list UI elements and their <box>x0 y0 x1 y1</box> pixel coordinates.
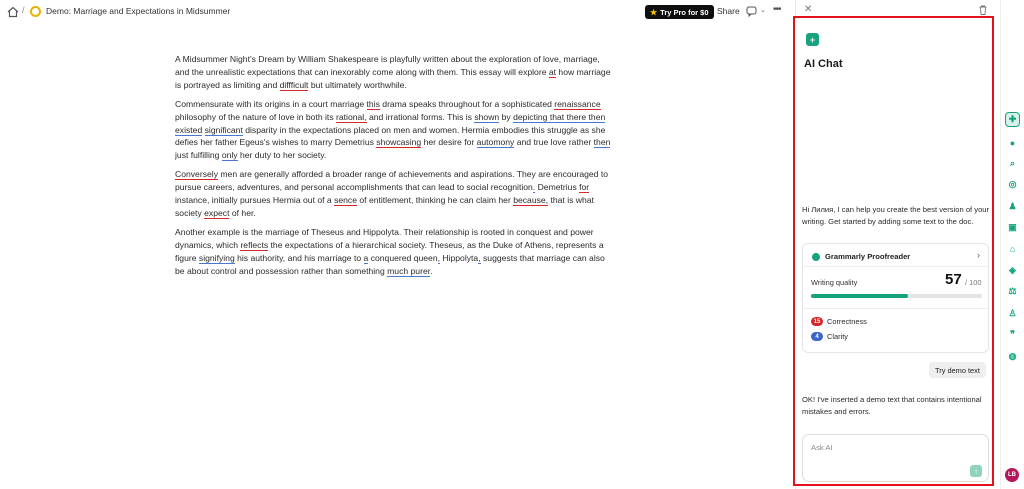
paragraph-1: A Midsummer Night's Dream by William Sha… <box>175 53 612 92</box>
proofreader-icon <box>812 253 820 261</box>
text: A Midsummer Night's Dream by William Sha… <box>175 54 600 77</box>
suggestion-underline[interactable]: diffficult <box>279 79 309 91</box>
ai-greeting-message: Hi Лилия, I can help you create the best… <box>802 205 990 226</box>
suggestion-underline[interactable]: expect <box>204 207 230 219</box>
ask-ai-box[interactable]: ↑ <box>802 434 989 482</box>
trash-icon[interactable] <box>979 5 987 15</box>
divider <box>803 308 988 309</box>
chevron-right-icon[interactable]: › <box>977 250 980 260</box>
ask-ai-input[interactable] <box>811 443 961 452</box>
correctness-metric[interactable]: 15 Correctness <box>811 317 867 326</box>
text: conquered queen <box>368 252 438 263</box>
text: drama speaks throughout for a sophistica… <box>379 98 555 109</box>
ai-response-message: OK! I've inserted a demo text that conta… <box>802 395 982 416</box>
try-pro-label: Try Pro for $0 <box>660 7 709 17</box>
home-icon[interactable] <box>7 6 19 18</box>
top-bar: / Demo: Marriage and Expectations in Mid… <box>0 0 795 24</box>
rail-ai-chat-icon[interactable]: ✚ <box>1005 112 1020 127</box>
text: but ultimately worthwhile. <box>308 79 407 90</box>
text: her duty to her society. <box>237 150 327 161</box>
paragraph-4: Another example is the marriage of These… <box>175 226 612 278</box>
suggestion-underline[interactable]: sence <box>334 195 357 207</box>
suggestion-underline[interactable]: then <box>593 137 611 149</box>
more-options-icon[interactable]: ••• <box>773 4 781 15</box>
suggestion-underline[interactable]: at <box>548 66 557 78</box>
text: and true love rather <box>514 137 594 148</box>
breadcrumb-separator: / <box>22 5 25 15</box>
rail-institution-icon[interactable]: ⌂ <box>1005 241 1020 256</box>
correctness-count-badge: 15 <box>811 317 823 326</box>
writing-quality-score: 57 <box>945 271 962 288</box>
suggestion-underline[interactable]: because, <box>513 195 549 207</box>
writing-quality-bar-fill <box>811 294 909 298</box>
writing-quality-bar <box>811 294 982 298</box>
right-rail: ✚ ● ⌕ ◎ ♟ ▣ ⌂ ◈ ⚖ ♙ ❞ ◍ <box>1000 0 1024 489</box>
text: his authority, and his marriage to <box>234 252 364 263</box>
rail-document-check-icon[interactable]: ▣ <box>1005 220 1020 235</box>
chevron-down-icon[interactable]: ⌄ <box>760 6 766 14</box>
comment-icon[interactable] <box>746 6 757 17</box>
text: . <box>430 265 433 276</box>
text: her desire for <box>421 137 477 148</box>
text: by <box>499 111 514 122</box>
suggestion-underline[interactable]: much purer <box>387 265 431 277</box>
suggestion-underline[interactable]: signifying <box>198 252 235 264</box>
suggestion-underline[interactable]: showcasing <box>376 137 422 149</box>
rail-quote-icon[interactable]: ❞ <box>1005 327 1020 342</box>
text: philosophy of the nature of love in both… <box>175 111 336 122</box>
ai-chat-title: AI Chat <box>804 58 843 70</box>
suggestion-underline[interactable]: only <box>221 150 238 162</box>
text: of entitlement, thinking he can claim he… <box>357 195 514 206</box>
suggestion-underline[interactable]: this <box>366 98 380 110</box>
text: Demetrius <box>535 182 580 193</box>
paragraph-2: Commensurate with its origins in a court… <box>175 98 612 163</box>
try-demo-text-message: Try demo text <box>929 362 986 378</box>
divider <box>803 266 988 267</box>
doc-status-icon <box>30 6 41 17</box>
suggestion-underline[interactable]: shown <box>474 111 500 123</box>
document-title[interactable]: Demo: Marriage and Expectations in Midsu… <box>46 6 230 16</box>
suggestion-underline[interactable]: Conversely <box>175 169 218 181</box>
text: of her. <box>229 207 256 218</box>
text: Commensurate with its origins in a court… <box>175 98 367 109</box>
rail-target-icon[interactable]: ◎ <box>1005 177 1020 192</box>
suggestion-underline[interactable]: rational, <box>336 111 367 123</box>
rail-person-icon[interactable]: ♟ <box>1005 199 1020 214</box>
rail-award-icon[interactable]: ♙ <box>1005 306 1020 321</box>
suggestion-underline[interactable]: for <box>579 182 590 194</box>
suggestion-underline[interactable]: automony <box>476 137 515 149</box>
correctness-label: Correctness <box>827 317 867 326</box>
share-button[interactable]: Share <box>717 6 740 16</box>
text: instance, initially pursues Hermia out o… <box>175 195 335 206</box>
rail-search-icon[interactable]: ⌕ <box>1005 156 1020 171</box>
writing-quality-label: Writing quality <box>811 278 858 287</box>
avatar[interactable]: LB <box>1005 468 1019 482</box>
clarity-label: Clarity <box>827 332 848 341</box>
star-icon: ★ <box>650 7 658 17</box>
close-icon[interactable]: ✕ <box>804 4 812 15</box>
clarity-count-badge: 4 <box>811 332 823 341</box>
send-button[interactable]: ↑ <box>970 465 982 477</box>
try-pro-button[interactable]: ★ Try Pro for $0 <box>645 5 714 19</box>
text: just fulfilling <box>175 150 222 161</box>
text: and irrational forms. This is <box>366 111 475 122</box>
rail-shield-icon[interactable]: ◈ <box>1005 263 1020 278</box>
suggestion-underline[interactable]: significant <box>204 124 243 136</box>
ai-chat-logo-icon: + <box>806 33 819 46</box>
writing-quality-total: / 100 <box>965 278 982 287</box>
rail-globe-icon[interactable]: ◍ <box>1005 349 1020 364</box>
suggestion-underline[interactable]: reflects <box>240 239 269 251</box>
proofreader-card[interactable]: Grammarly Proofreader › Writing quality … <box>802 243 989 353</box>
paragraph-3: Conversely men are generally afforded a … <box>175 168 612 220</box>
arrow-up-icon: ↑ <box>974 466 978 476</box>
rail-grammarly-icon[interactable]: ● <box>1005 135 1020 150</box>
proofreader-title: Grammarly Proofreader <box>825 252 911 261</box>
document-body[interactable]: A Midsummer Night's Dream by William Sha… <box>175 53 612 284</box>
suggestion-underline[interactable]: renaissance <box>554 98 601 110</box>
text: Hippolyta <box>440 252 479 263</box>
rail-scale-icon[interactable]: ⚖ <box>1005 284 1020 299</box>
clarity-metric[interactable]: 4 Clarity <box>811 332 848 341</box>
